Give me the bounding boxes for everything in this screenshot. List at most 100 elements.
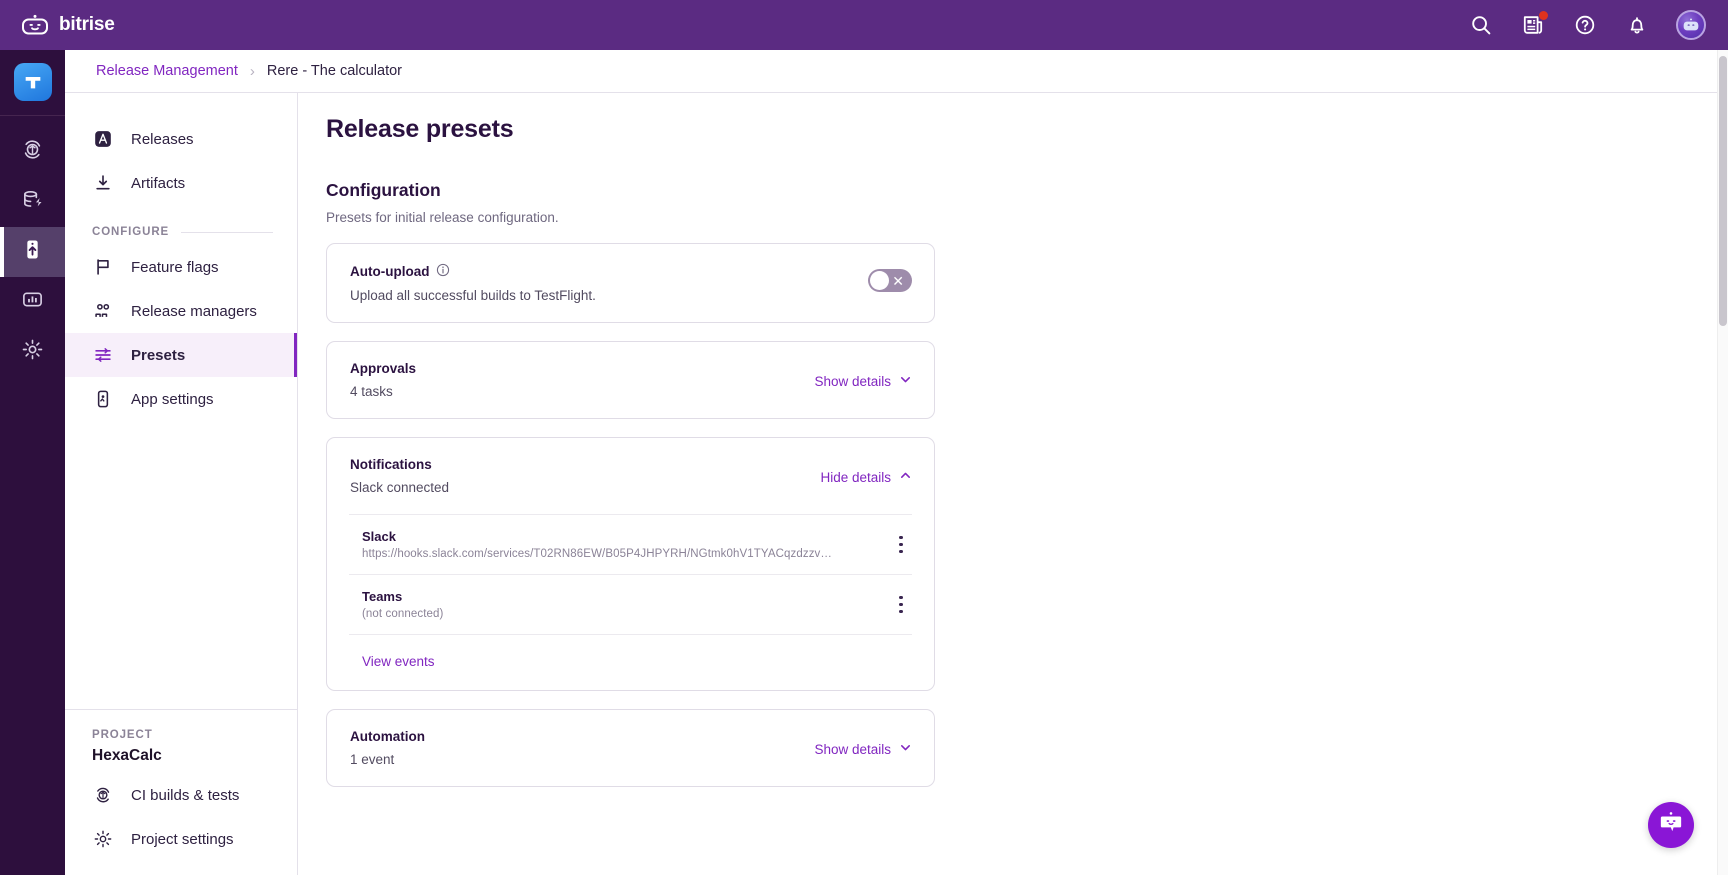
sidebar-section-rule [181,231,273,233]
support-chat-button[interactable] [1648,802,1694,848]
approvals-title: Approvals [350,361,417,376]
kebab-menu-icon[interactable] [890,592,912,618]
header-actions [1468,10,1706,40]
automation-subtitle: 1 event [350,752,395,767]
secondary-sidebar: Releases Artifacts CONFIGURE Feature fla… [65,93,298,875]
rail-item-ci-builds[interactable] [0,127,65,177]
sidebar-item-label: CI builds & tests [131,786,240,804]
artifacts-download-icon [92,172,114,194]
chevron-up-icon [899,469,912,485]
rail-item-settings[interactable] [0,327,65,377]
auto-upload-title-row: Auto-upload [350,263,596,280]
brand-logo-link[interactable]: bitrise [20,14,115,36]
rail-item-build-cache[interactable] [0,177,65,227]
automation-show-details-button[interactable]: Show details [814,729,912,757]
insights-icon [21,288,44,316]
auto-upload-description: Upload all successful builds to TestFlig… [350,288,596,303]
sidebar-item-releases[interactable]: Releases [65,117,297,161]
approvals-subtitle: 4 tasks [350,384,393,399]
sidebar-item-presets[interactable]: Presets [65,333,297,377]
auto-upload-card: Auto-upload Upload all successful builds… [326,243,935,323]
view-events-row: View events [327,635,934,690]
channel-webhook-url: https://hooks.slack.com/services/T02RN86… [362,548,832,560]
notification-channel-row: Slack https://hooks.slack.com/services/T… [327,515,934,574]
breadcrumb: Release Management › Rere - The calculat… [65,50,1728,93]
whats-new-icon[interactable] [1520,11,1548,38]
automation-title: Automation [350,729,425,744]
toggle-off-icon: ✕ [892,272,904,289]
help-icon[interactable] [1572,12,1598,38]
primary-icon-rail [0,50,65,875]
channel-status: (not connected) [362,608,444,620]
kebab-menu-icon[interactable] [890,532,912,558]
app-settings-icon [92,388,114,410]
breadcrumb-current: Rere - The calculator [266,63,402,79]
breadcrumb-separator-icon: › [249,62,255,80]
sidebar-item-app-settings[interactable]: App settings [65,377,297,421]
bitrise-robot-logo-icon [20,14,50,36]
page-title: Release presets [326,115,514,143]
project-block: PROJECT HexaCalc [65,710,297,773]
project-name: HexaCalc [92,747,162,764]
notifications-card: Notifications Slack connected Hide detai… [326,437,935,691]
release-management-icon [21,238,44,266]
chevron-down-icon [899,741,912,757]
sidebar-item-ci-builds-tests[interactable]: CI builds & tests [65,773,297,817]
page-scrollbar[interactable] [1717,50,1728,875]
sidebar-item-label: Release managers [131,302,257,320]
approvals-disclosure-label: Show details [814,373,891,389]
sidebar-section-label: CONFIGURE [92,226,170,238]
app-logo-icon[interactable] [13,63,52,101]
breadcrumb-root-link[interactable]: Release Management [96,63,238,79]
automation-card: Automation 1 event Show details [326,709,935,787]
notifications-bell-icon[interactable] [1624,12,1650,38]
main-content: Release presets Configuration Presets fo… [298,93,1728,875]
sidebar-section-configure: CONFIGURE [65,219,297,245]
sidebar-item-release-managers[interactable]: Release managers [65,289,297,333]
people-icon [92,300,114,322]
notifications-disclosure-label: Hide details [820,469,891,485]
top-header: bitrise [0,0,1728,50]
toggle-knob [870,271,889,290]
auto-upload-toggle[interactable]: ✕ [868,269,912,292]
flag-icon [92,256,114,278]
sidebar-item-label: Presets [131,346,186,364]
automation-disclosure-label: Show details [814,741,891,757]
search-icon[interactable] [1468,12,1494,38]
configuration-subtitle: Presets for initial release configuratio… [326,210,559,225]
avatar[interactable] [1676,10,1706,40]
sidebar-project-section: PROJECT HexaCalc CI builds & tests Proje… [65,709,297,875]
view-events-link[interactable]: View events [362,654,435,669]
project-kicker: PROJECT [92,729,153,741]
sidebar-item-label: Project settings [131,830,234,848]
sliders-icon [92,344,114,366]
brand-name: bitrise [59,14,115,35]
sidebar-item-artifacts[interactable]: Artifacts [65,161,297,205]
chat-bot-icon [1658,811,1684,840]
notifications-title: Notifications [350,457,432,472]
sidebar-item-label: Artifacts [131,174,186,192]
notification-channel-row: Teams (not connected) [327,575,934,634]
chevron-down-icon [899,373,912,389]
sidebar-item-feature-flags[interactable]: Feature flags [65,245,297,289]
auto-upload-title: Auto-upload [350,264,430,279]
ci-builds-icon [92,784,114,806]
settings-gear-icon [21,338,44,366]
settings-gear-icon [92,828,114,850]
whats-new-badge [1539,11,1548,20]
notifications-hide-details-button[interactable]: Hide details [820,457,912,485]
rail-item-release-management[interactable] [0,227,65,277]
rail-item-insights[interactable] [0,277,65,327]
sidebar-item-project-settings[interactable]: Project settings [65,817,297,861]
releases-icon [92,128,114,150]
approvals-show-details-button[interactable]: Show details [814,361,912,389]
channel-name: Slack [362,529,396,544]
notifications-subtitle: Slack connected [350,480,450,495]
configuration-heading: Configuration [326,180,441,200]
ci-builds-icon [21,138,44,166]
scrollbar-thumb[interactable] [1719,56,1727,326]
approvals-card: Approvals 4 tasks Show details [326,341,935,419]
sidebar-item-label: Feature flags [131,258,219,276]
sidebar-item-label: Releases [131,130,194,148]
info-circle-icon[interactable] [436,263,450,280]
